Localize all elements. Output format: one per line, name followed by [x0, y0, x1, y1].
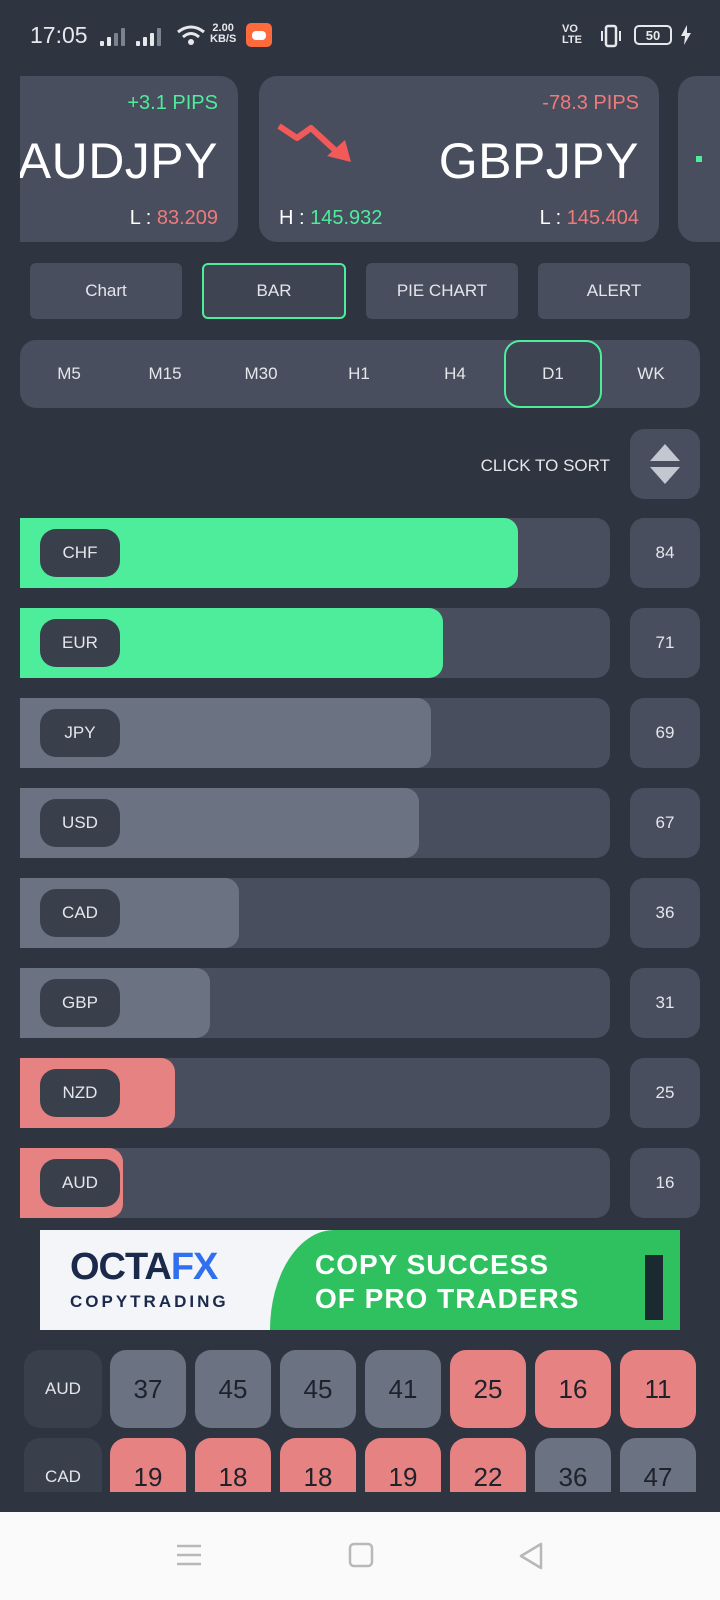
strength-row-eur[interactable]: EUR 71	[20, 608, 700, 678]
strength-score: 69	[630, 698, 700, 768]
pair-name: AUDJPY	[20, 133, 218, 189]
strength-score: 67	[630, 788, 700, 858]
matrix-cell[interactable]: 36	[535, 1438, 611, 1492]
matrix-cell[interactable]: 19	[110, 1438, 186, 1492]
currency-label: NZD	[40, 1069, 120, 1117]
matrix-cell[interactable]: 22	[450, 1438, 526, 1492]
currency-label: AUD	[40, 1159, 120, 1207]
high-price: H : 145.932	[279, 207, 383, 229]
matrix-cell[interactable]: 45	[280, 1350, 356, 1428]
wifi-icon	[177, 25, 205, 45]
home-icon[interactable]	[348, 1542, 374, 1568]
ticker-card-audjpy[interactable]: +3.1 PIPS AUDJPY L : 83.209	[20, 76, 238, 242]
signal-icon	[100, 26, 125, 46]
tab-alert[interactable]: ALERT	[538, 263, 690, 319]
strength-score: 36	[630, 878, 700, 948]
low-price: L : 145.404	[539, 207, 639, 229]
matrix-cell[interactable]: 18	[280, 1438, 356, 1492]
matrix-cell[interactable]: 19	[365, 1438, 441, 1492]
ticker-card-gbpjpy[interactable]: -78.3 PIPS GBPJPY H : 145.932 L : 145.40…	[259, 76, 659, 242]
matrix-cell[interactable]: 18	[195, 1438, 271, 1492]
currency-label: JPY	[40, 709, 120, 757]
timeframe-m30[interactable]: M30	[212, 340, 310, 408]
timeframe-selector: M5 M15 M30 H1 H4 D1 WK	[20, 340, 700, 408]
status-time: 17:05	[30, 22, 88, 48]
ad-brand: OCTAFX	[70, 1246, 218, 1288]
currency-label: EUR	[40, 619, 120, 667]
strength-score: 71	[630, 608, 700, 678]
partial-indicator	[696, 156, 702, 162]
strength-row-cad[interactable]: CAD 36	[20, 878, 700, 948]
matrix-cell[interactable]: 11	[620, 1350, 696, 1428]
timeframe-m15[interactable]: M15	[116, 340, 214, 408]
currency-label: USD	[40, 799, 120, 847]
strength-score: 84	[630, 518, 700, 588]
timeframe-h1[interactable]: H1	[310, 340, 408, 408]
network-speed: 2.00 KB/S	[210, 22, 237, 45]
back-icon[interactable]	[518, 1542, 544, 1570]
pips-change: +3.1 PIPS	[127, 92, 218, 114]
timeframe-h4[interactable]: H4	[406, 340, 504, 408]
matrix-cell[interactable]: 41	[365, 1350, 441, 1428]
candlestick-graphic	[645, 1255, 663, 1320]
strength-row-gbp[interactable]: GBP 31	[20, 968, 700, 1038]
sort-label: CLICK TO SORT	[480, 456, 610, 475]
signal-icon-2	[136, 26, 161, 46]
downtrend-arrow-icon	[277, 123, 351, 162]
tab-chart[interactable]: Chart	[30, 263, 182, 319]
charging-icon	[681, 25, 691, 45]
currency-label: CAD	[40, 889, 120, 937]
ad-banner[interactable]: OCTAFX COPYTRADING COPY SUCCESS OF PRO T…	[40, 1230, 680, 1330]
pair-name: GBPJPY	[438, 133, 639, 189]
currency-label: GBP	[40, 979, 120, 1027]
strength-score: 31	[630, 968, 700, 1038]
system-nav-bar	[0, 1512, 720, 1600]
ticker-card-next[interactable]	[678, 76, 720, 242]
volte-indicator: VO LTE	[562, 23, 582, 46]
low-price: L : 83.209	[129, 207, 218, 229]
matrix-cell[interactable]: 37	[110, 1350, 186, 1428]
matrix-cell[interactable]: 47	[620, 1438, 696, 1492]
timeframe-wk[interactable]: WK	[602, 340, 700, 408]
sort-button[interactable]	[630, 429, 700, 499]
matrix-cell[interactable]: 16	[535, 1350, 611, 1428]
timeframe-m5[interactable]: M5	[20, 340, 118, 408]
strength-row-nzd[interactable]: NZD 25	[20, 1058, 700, 1128]
matrix-row-label: CAD	[24, 1438, 102, 1492]
currency-label: CHF	[40, 529, 120, 577]
tab-pie-chart[interactable]: PIE CHART	[366, 263, 518, 319]
pips-change: -78.3 PIPS	[542, 92, 639, 114]
matrix-row-label: AUD	[24, 1350, 102, 1428]
vibrate-icon	[601, 24, 621, 48]
status-bar: 17:05 2.00 KB/S VO LTE 50	[0, 0, 720, 70]
matrix-cell[interactable]: 25	[450, 1350, 526, 1428]
menu-icon[interactable]	[175, 1542, 203, 1568]
sort-arrows-icon	[650, 444, 680, 484]
strength-row-usd[interactable]: USD 67	[20, 788, 700, 858]
game-app-icon	[246, 23, 272, 47]
battery-icon: 50	[634, 25, 672, 45]
strength-matrix: AUD 37 45 45 41 25 16 11 CAD 19 18 18 19 22 36 47	[0, 1350, 720, 1492]
ad-subtitle: COPYTRADING	[70, 1292, 229, 1311]
strength-score: 25	[630, 1058, 700, 1128]
timeframe-d1[interactable]: D1	[504, 340, 602, 408]
matrix-cell[interactable]: 45	[195, 1350, 271, 1428]
strength-row-jpy[interactable]: JPY 69	[20, 698, 700, 768]
ad-headline: COPY SUCCESS OF PRO TRADERS	[315, 1249, 580, 1314]
strength-score: 16	[630, 1148, 700, 1218]
tab-bar[interactable]: BAR	[202, 263, 346, 319]
strength-row-chf[interactable]: CHF 84	[20, 518, 700, 588]
strength-row-aud[interactable]: AUD 16	[20, 1148, 700, 1218]
